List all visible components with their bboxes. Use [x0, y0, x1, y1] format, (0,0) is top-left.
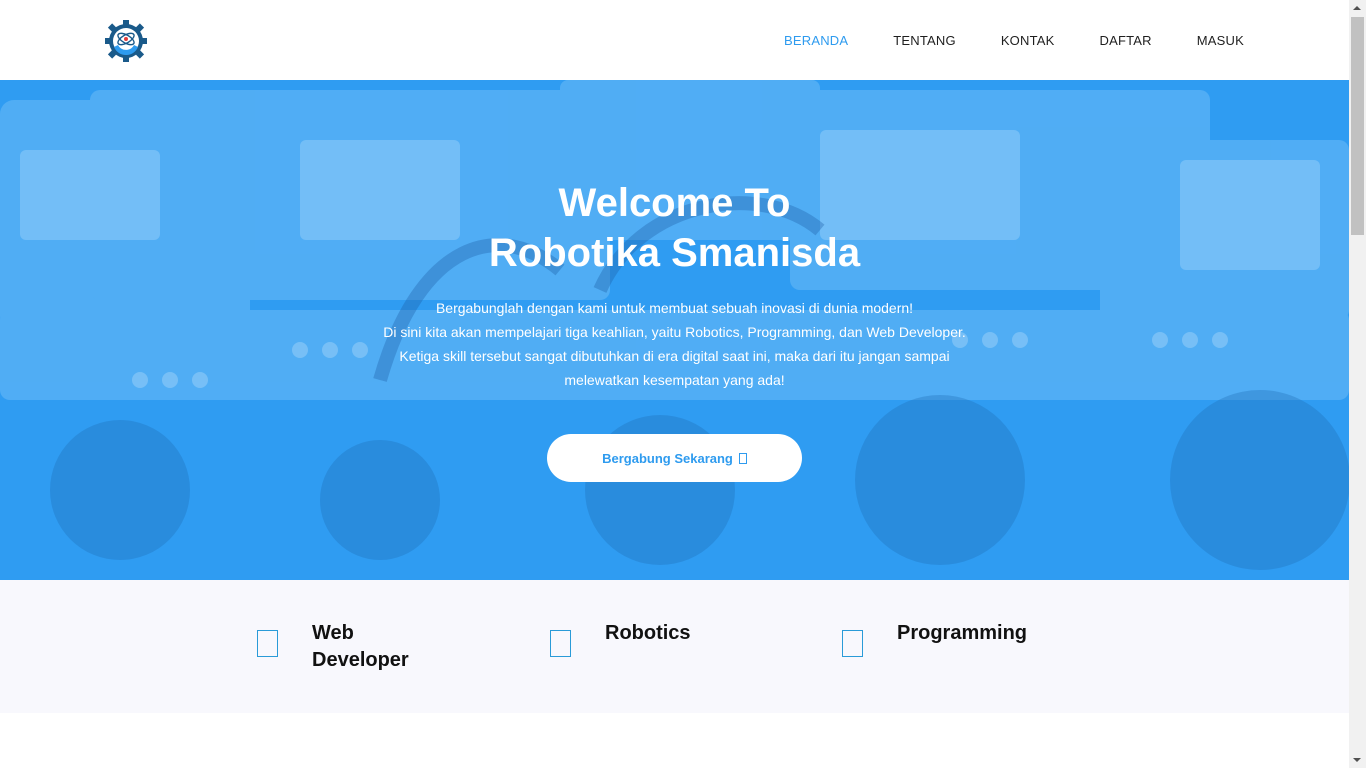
join-now-button-label: Bergabung Sekarang: [602, 450, 733, 466]
feature-label: Web Developer: [312, 622, 409, 671]
nav-kontak[interactable]: KONTAK: [1001, 33, 1055, 48]
main-nav: BERANDA TENTANG KONTAK DAFTAR MASUK: [739, 0, 1244, 80]
site-header: BERANDA TENTANG KONTAK DAFTAR MASUK: [0, 0, 1349, 80]
hero-desc-line: melewatkan kesempatan yang ada!: [564, 372, 785, 388]
feature-label: Programming: [897, 622, 1028, 644]
features-section: Web Developer Robotics Programming: [0, 580, 1349, 713]
hero-desc-line: Di sini kita akan mempelajari tiga keahl…: [383, 324, 966, 340]
code-icon: [257, 630, 278, 657]
hero-description: Bergabunglah dengan kami untuk membuat s…: [0, 296, 1349, 392]
hero-content: Welcome To Robotika Smanisda Bergabungla…: [0, 80, 1349, 580]
scroll-down-arrow-icon[interactable]: [1353, 758, 1361, 762]
arrow-right-icon: [738, 452, 747, 464]
hero-title-line1: Welcome To: [558, 181, 791, 225]
robot-icon: [550, 630, 571, 657]
hero-desc-line: Bergabunglah dengan kami untuk membuat s…: [435, 300, 914, 316]
join-now-button[interactable]: Bergabung Sekarang: [547, 434, 802, 482]
nav-beranda[interactable]: BERANDA: [784, 33, 848, 48]
hero-section: Welcome To Robotika Smanisda Bergabungla…: [0, 80, 1349, 580]
robotika-gear-logo[interactable]: [104, 19, 148, 63]
hero-title-line2: Robotika Smanisda: [488, 231, 861, 275]
nav-tentang[interactable]: TENTANG: [893, 33, 956, 48]
terminal-icon: [842, 630, 863, 657]
nav-daftar[interactable]: DAFTAR: [1100, 33, 1152, 48]
nav-masuk[interactable]: MASUK: [1197, 33, 1244, 48]
scroll-up-arrow-icon[interactable]: [1353, 6, 1361, 10]
scrollbar-thumb[interactable]: [1351, 17, 1364, 235]
feature-label: Robotics: [605, 622, 691, 644]
page-scrollbar[interactable]: [1349, 0, 1366, 768]
hero-desc-line: Ketiga skill tersebut sangat dibutuhkan …: [399, 348, 950, 364]
